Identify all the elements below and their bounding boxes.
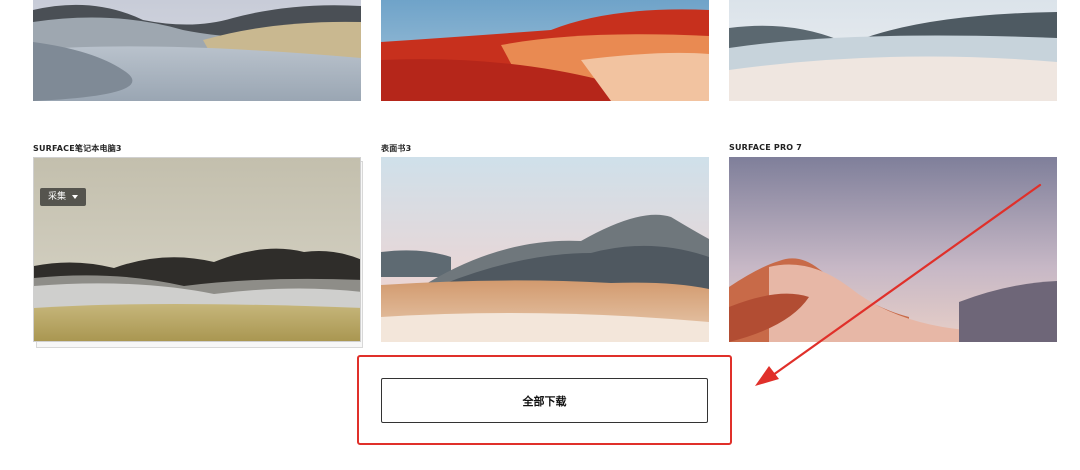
- collect-dropdown-button[interactable]: 采集: [40, 188, 87, 206]
- download-all-button[interactable]: 全部下载: [381, 378, 708, 423]
- wallpaper-card-surface-laptop-3[interactable]: SURFACE笔记本电脑3 采集: [33, 141, 363, 351]
- wallpaper-caption: 表面书3: [381, 144, 412, 153]
- wallpaper-card-surface-pro-7[interactable]: SURFACE PRO 7: [729, 141, 1057, 346]
- collect-label: 采集: [48, 192, 67, 202]
- wallpaper-thumbnail-lake[interactable]: [33, 0, 361, 101]
- wallpaper-gallery-page: SURFACE笔记本电脑3 采集 表面书3 SURFACE PRO 7 全部下载: [0, 0, 1080, 470]
- wallpaper-caption: SURFACE PRO 7: [729, 143, 803, 152]
- wallpaper-caption: SURFACE笔记本电脑3: [33, 144, 122, 153]
- wallpaper-card-surface-book-3[interactable]: 表面书3: [381, 141, 709, 346]
- wallpaper-thumbnail-red-dunes[interactable]: [381, 0, 709, 101]
- wallpaper-thumbnail-white-dunes[interactable]: [729, 0, 1057, 101]
- caret-down-icon: [72, 195, 79, 199]
- wallpaper-thumbnail-surface-book-3[interactable]: [381, 157, 709, 342]
- wallpaper-thumbnail-surface-laptop-3[interactable]: 采集: [33, 157, 361, 342]
- wallpaper-thumbnail-surface-pro-7[interactable]: [729, 157, 1057, 342]
